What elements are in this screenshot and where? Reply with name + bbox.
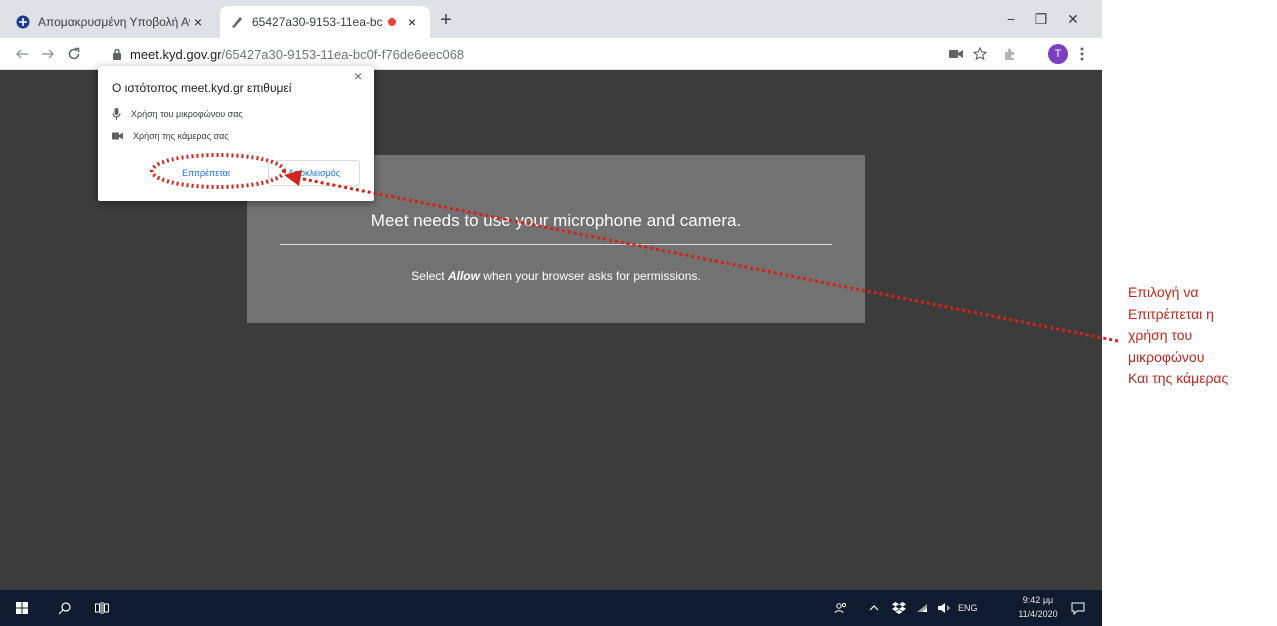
annotation-overlay (150, 153, 1119, 343)
annotation-text: Επιλογή να Επιτρέπεται η χρήση του μικρο… (1128, 282, 1274, 390)
arrowhead-icon (284, 170, 302, 186)
annotation-line: Και της κάμερας (1128, 370, 1229, 386)
annotation-line: Επιτρέπεται η (1128, 305, 1214, 322)
annotation-line: μικροφώνου (1128, 348, 1205, 365)
highlight-ellipse (150, 153, 286, 189)
annotation-arrow-line (297, 176, 1119, 343)
annotation-line: Επιλογή να (1128, 284, 1199, 300)
annotation-line: χρήση του (1128, 327, 1193, 343)
